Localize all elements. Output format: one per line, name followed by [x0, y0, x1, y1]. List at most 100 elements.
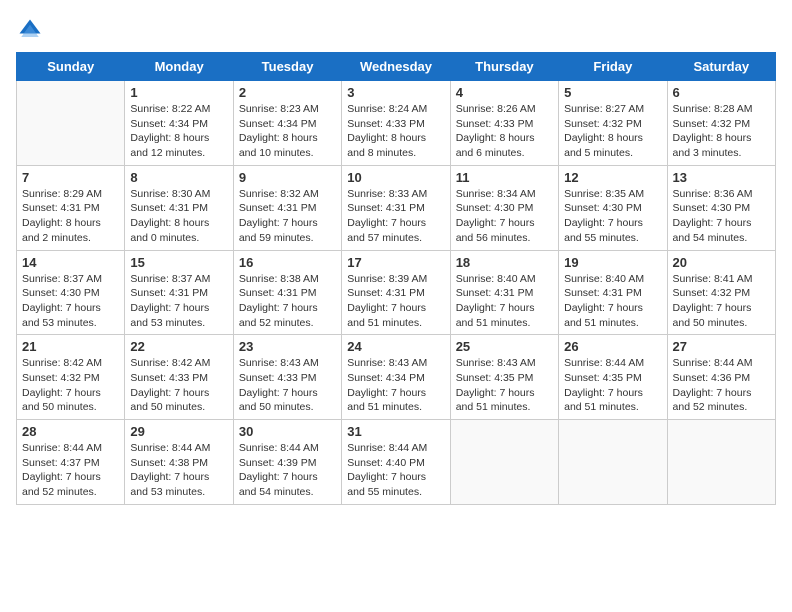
day-info: Sunrise: 8:44 AM Sunset: 4:36 PM Dayligh…: [673, 356, 770, 415]
day-info: Sunrise: 8:36 AM Sunset: 4:30 PM Dayligh…: [673, 187, 770, 246]
calendar-cell: 25 Sunrise: 8:43 AM Sunset: 4:35 PM Dayli…: [450, 335, 558, 420]
weekday-header: Tuesday: [233, 53, 341, 81]
calendar-cell: 8 Sunrise: 8:30 AM Sunset: 4:31 PM Daylig…: [125, 165, 233, 250]
day-info: Sunrise: 8:44 AM Sunset: 4:40 PM Dayligh…: [347, 441, 444, 500]
calendar-week-row: 7 Sunrise: 8:29 AM Sunset: 4:31 PM Daylig…: [17, 165, 776, 250]
day-info: Sunrise: 8:43 AM Sunset: 4:35 PM Dayligh…: [456, 356, 553, 415]
day-number: 23: [239, 339, 336, 354]
calendar-cell: 23 Sunrise: 8:43 AM Sunset: 4:33 PM Dayli…: [233, 335, 341, 420]
calendar-cell: [667, 420, 775, 505]
day-number: 11: [456, 170, 553, 185]
weekday-header: Sunday: [17, 53, 125, 81]
day-info: Sunrise: 8:42 AM Sunset: 4:33 PM Dayligh…: [130, 356, 227, 415]
day-number: 17: [347, 255, 444, 270]
day-info: Sunrise: 8:33 AM Sunset: 4:31 PM Dayligh…: [347, 187, 444, 246]
day-number: 8: [130, 170, 227, 185]
day-info: Sunrise: 8:39 AM Sunset: 4:31 PM Dayligh…: [347, 272, 444, 331]
calendar-cell: 9Sunrise: 8:32 AM Sunset: 4:31 PM Daylig…: [233, 165, 341, 250]
day-info: Sunrise: 8:28 AM Sunset: 4:32 PM Dayligh…: [673, 102, 770, 161]
day-info: Sunrise: 8:41 AM Sunset: 4:32 PM Dayligh…: [673, 272, 770, 331]
calendar-cell: [559, 420, 667, 505]
weekday-header: Thursday: [450, 53, 558, 81]
day-info: Sunrise: 8:22 AM Sunset: 4:34 PM Dayligh…: [130, 102, 227, 161]
day-number: 1: [130, 85, 227, 100]
day-info: Sunrise: 8:24 AM Sunset: 4:33 PM Dayligh…: [347, 102, 444, 161]
calendar-cell: 1 Sunrise: 8:22 AM Sunset: 4:34 PM Daylig…: [125, 81, 233, 166]
calendar-cell: 31 Sunrise: 8:44 AM Sunset: 4:40 PM Dayli…: [342, 420, 450, 505]
day-number: 19: [564, 255, 661, 270]
calendar-cell: 17 Sunrise: 8:39 AM Sunset: 4:31 PM Dayli…: [342, 250, 450, 335]
day-number: 28: [22, 424, 119, 439]
calendar-cell: [450, 420, 558, 505]
day-number: 14: [22, 255, 119, 270]
calendar-cell: 18Sunrise: 8:40 AM Sunset: 4:31 PM Dayli…: [450, 250, 558, 335]
calendar-week-row: 1 Sunrise: 8:22 AM Sunset: 4:34 PM Daylig…: [17, 81, 776, 166]
day-number: 21: [22, 339, 119, 354]
calendar-cell: 3 Sunrise: 8:24 AM Sunset: 4:33 PM Daylig…: [342, 81, 450, 166]
day-number: 15: [130, 255, 227, 270]
calendar-cell: 29Sunrise: 8:44 AM Sunset: 4:38 PM Dayli…: [125, 420, 233, 505]
day-number: 16: [239, 255, 336, 270]
day-info: Sunrise: 8:43 AM Sunset: 4:34 PM Dayligh…: [347, 356, 444, 415]
logo-icon: [16, 16, 44, 44]
day-info: Sunrise: 8:44 AM Sunset: 4:35 PM Dayligh…: [564, 356, 661, 415]
day-info: Sunrise: 8:30 AM Sunset: 4:31 PM Dayligh…: [130, 187, 227, 246]
day-info: Sunrise: 8:23 AM Sunset: 4:34 PM Dayligh…: [239, 102, 336, 161]
day-info: Sunrise: 8:37 AM Sunset: 4:30 PM Dayligh…: [22, 272, 119, 331]
day-number: 25: [456, 339, 553, 354]
weekday-header: Saturday: [667, 53, 775, 81]
calendar-cell: 16 Sunrise: 8:38 AM Sunset: 4:31 PM Dayli…: [233, 250, 341, 335]
calendar-week-row: 28 Sunrise: 8:44 AM Sunset: 4:37 PM Dayli…: [17, 420, 776, 505]
day-info: Sunrise: 8:26 AM Sunset: 4:33 PM Dayligh…: [456, 102, 553, 161]
calendar-cell: 13 Sunrise: 8:36 AM Sunset: 4:30 PM Dayli…: [667, 165, 775, 250]
day-info: Sunrise: 8:29 AM Sunset: 4:31 PM Dayligh…: [22, 187, 119, 246]
day-number: 13: [673, 170, 770, 185]
day-info: Sunrise: 8:44 AM Sunset: 4:39 PM Dayligh…: [239, 441, 336, 500]
weekday-header: Wednesday: [342, 53, 450, 81]
calendar-cell: 2 Sunrise: 8:23 AM Sunset: 4:34 PM Daylig…: [233, 81, 341, 166]
calendar-cell: 19 Sunrise: 8:40 AM Sunset: 4:31 PM Dayli…: [559, 250, 667, 335]
day-number: 3: [347, 85, 444, 100]
calendar-cell: 6 Sunrise: 8:28 AM Sunset: 4:32 PM Daylig…: [667, 81, 775, 166]
calendar-cell: 15 Sunrise: 8:37 AM Sunset: 4:31 PM Dayli…: [125, 250, 233, 335]
calendar-cell: 28 Sunrise: 8:44 AM Sunset: 4:37 PM Dayli…: [17, 420, 125, 505]
calendar-cell: 4Sunrise: 8:26 AM Sunset: 4:33 PM Daylig…: [450, 81, 558, 166]
calendar-cell: 5Sunrise: 8:27 AM Sunset: 4:32 PM Daylig…: [559, 81, 667, 166]
day-info: Sunrise: 8:38 AM Sunset: 4:31 PM Dayligh…: [239, 272, 336, 331]
calendar-cell: 27 Sunrise: 8:44 AM Sunset: 4:36 PM Dayli…: [667, 335, 775, 420]
calendar-cell: 12 Sunrise: 8:35 AM Sunset: 4:30 PM Dayli…: [559, 165, 667, 250]
calendar-cell: [17, 81, 125, 166]
day-number: 20: [673, 255, 770, 270]
logo: [16, 16, 48, 44]
day-number: 2: [239, 85, 336, 100]
day-info: Sunrise: 8:32 AM Sunset: 4:31 PM Dayligh…: [239, 187, 336, 246]
day-number: 18: [456, 255, 553, 270]
calendar-cell: 24 Sunrise: 8:43 AM Sunset: 4:34 PM Dayli…: [342, 335, 450, 420]
day-info: Sunrise: 8:44 AM Sunset: 4:37 PM Dayligh…: [22, 441, 119, 500]
day-number: 22: [130, 339, 227, 354]
day-info: Sunrise: 8:34 AM Sunset: 4:30 PM Dayligh…: [456, 187, 553, 246]
page-header: [16, 16, 776, 44]
day-info: Sunrise: 8:37 AM Sunset: 4:31 PM Dayligh…: [130, 272, 227, 331]
calendar-table: SundayMondayTuesdayWednesdayThursdayFrid…: [16, 52, 776, 505]
day-number: 12: [564, 170, 661, 185]
weekday-header: Friday: [559, 53, 667, 81]
day-number: 10: [347, 170, 444, 185]
weekday-header-row: SundayMondayTuesdayWednesdayThursdayFrid…: [17, 53, 776, 81]
day-number: 26: [564, 339, 661, 354]
day-info: Sunrise: 8:40 AM Sunset: 4:31 PM Dayligh…: [564, 272, 661, 331]
day-number: 24: [347, 339, 444, 354]
calendar-cell: 11 Sunrise: 8:34 AM Sunset: 4:30 PM Dayli…: [450, 165, 558, 250]
day-number: 6: [673, 85, 770, 100]
calendar-week-row: 14 Sunrise: 8:37 AM Sunset: 4:30 PM Dayli…: [17, 250, 776, 335]
day-number: 27: [673, 339, 770, 354]
day-number: 5: [564, 85, 661, 100]
calendar-cell: 21Sunrise: 8:42 AM Sunset: 4:32 PM Dayli…: [17, 335, 125, 420]
day-number: 31: [347, 424, 444, 439]
day-info: Sunrise: 8:35 AM Sunset: 4:30 PM Dayligh…: [564, 187, 661, 246]
day-info: Sunrise: 8:43 AM Sunset: 4:33 PM Dayligh…: [239, 356, 336, 415]
calendar-cell: 30 Sunrise: 8:44 AM Sunset: 4:39 PM Dayli…: [233, 420, 341, 505]
day-number: 7: [22, 170, 119, 185]
calendar-week-row: 21Sunrise: 8:42 AM Sunset: 4:32 PM Dayli…: [17, 335, 776, 420]
day-number: 30: [239, 424, 336, 439]
